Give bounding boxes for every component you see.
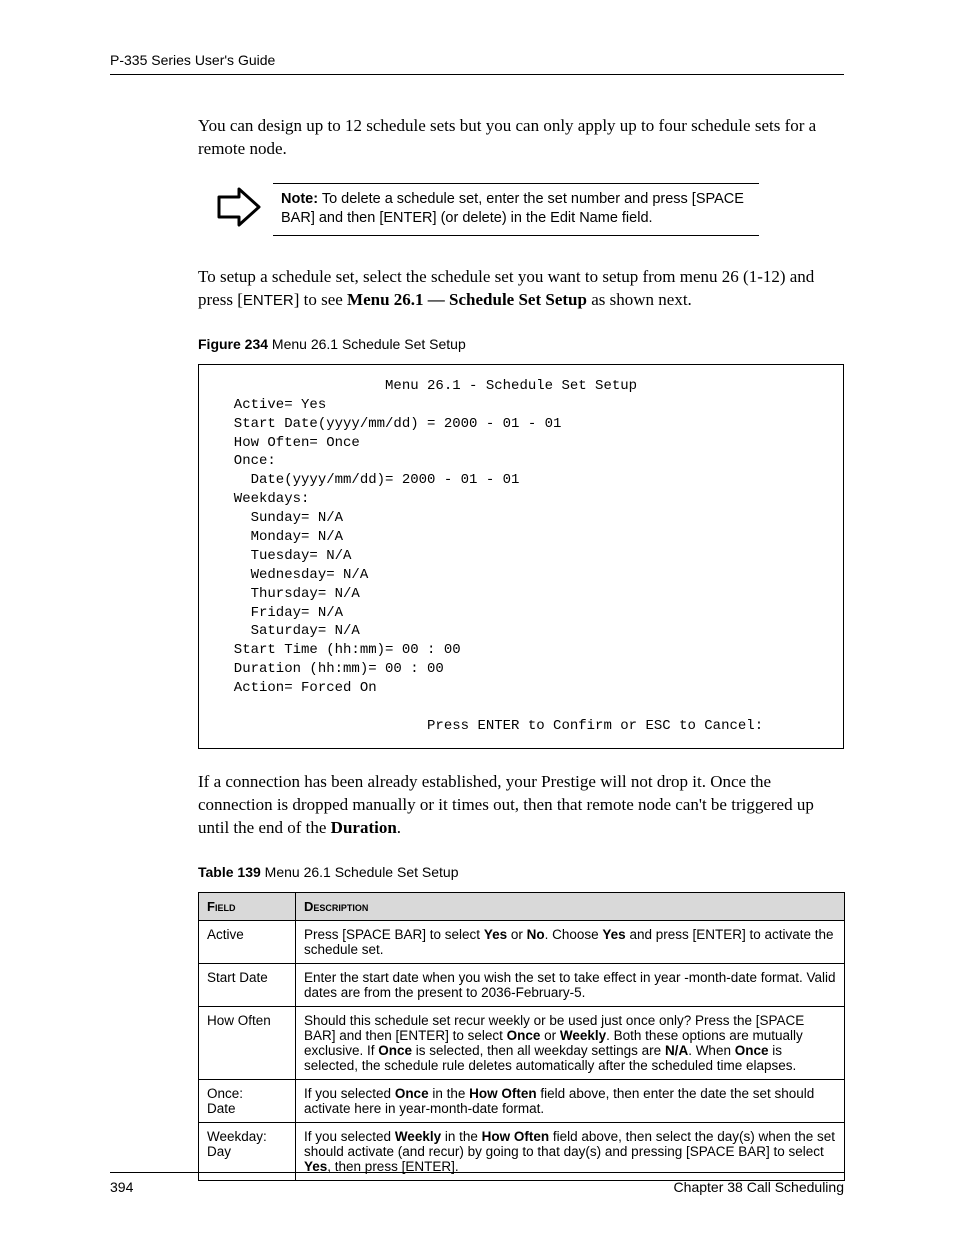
table-row: How OftenShould this schedule set recur … [199, 1006, 845, 1079]
after-bold: Duration [331, 818, 397, 837]
field-description-table: Field Description ActivePress [SPACE BAR… [198, 892, 845, 1181]
note-box: Note: To delete a schedule set, enter th… [273, 183, 759, 236]
after-post: . [397, 818, 401, 837]
table-cell-field: Active [199, 920, 296, 963]
note-block: Note: To delete a schedule set, enter th… [215, 183, 844, 236]
note-label: Note: [281, 191, 318, 207]
figure-title: Menu 26.1 Schedule Set Setup [268, 336, 466, 352]
note-arrow-icon [215, 185, 263, 229]
table-title: Menu 26.1 Schedule Set Setup [261, 864, 459, 880]
page-number: 394 [110, 1179, 133, 1195]
table-number: Table 139 [198, 864, 261, 880]
table-header-field: Field [199, 892, 296, 920]
table-row: ActivePress [SPACE BAR] to select Yes or… [199, 920, 845, 963]
terminal-screenshot: Menu 26.1 - Schedule Set Setup Active= Y… [198, 364, 844, 749]
setup-enter: ENTER [243, 292, 294, 309]
chapter-label: Chapter 38 Call Scheduling [674, 1179, 844, 1195]
setup-post: as shown next. [587, 290, 692, 309]
page-footer: 394 Chapter 38 Call Scheduling [110, 1172, 844, 1195]
figure-caption: Figure 234 Menu 26.1 Schedule Set Setup [198, 336, 844, 352]
table-cell-field: Start Date [199, 963, 296, 1006]
table-caption: Table 139 Menu 26.1 Schedule Set Setup [198, 864, 844, 880]
figure-number: Figure 234 [198, 336, 268, 352]
table-cell-description: Press [SPACE BAR] to select Yes or No. C… [296, 920, 845, 963]
note-text: To delete a schedule set, enter the set … [281, 191, 744, 227]
table-cell-description: Enter the start date when you wish the s… [296, 963, 845, 1006]
setup-mid: ] to see [294, 290, 347, 309]
setup-bold: Menu 26.1 — Schedule Set Setup [347, 290, 587, 309]
table-header-description: Description [296, 892, 845, 920]
footer-rule [110, 1172, 844, 1173]
intro-paragraph: You can design up to 12 schedule sets bu… [198, 115, 844, 161]
table-cell-field: Once: Date [199, 1079, 296, 1122]
table-row: Once: DateIf you selected Once in the Ho… [199, 1079, 845, 1122]
running-header: P-335 Series User's Guide [110, 52, 844, 74]
after-terminal-paragraph: If a connection has been already establi… [198, 771, 844, 840]
setup-paragraph: To setup a schedule set, select the sche… [198, 266, 844, 312]
header-rule [110, 74, 844, 75]
table-cell-field: How Often [199, 1006, 296, 1079]
table-cell-description: Should this schedule set recur weekly or… [296, 1006, 845, 1079]
table-cell-description: If you selected Once in the How Often fi… [296, 1079, 845, 1122]
table-row: Start DateEnter the start date when you … [199, 963, 845, 1006]
after-pre: If a connection has been already establi… [198, 772, 814, 837]
